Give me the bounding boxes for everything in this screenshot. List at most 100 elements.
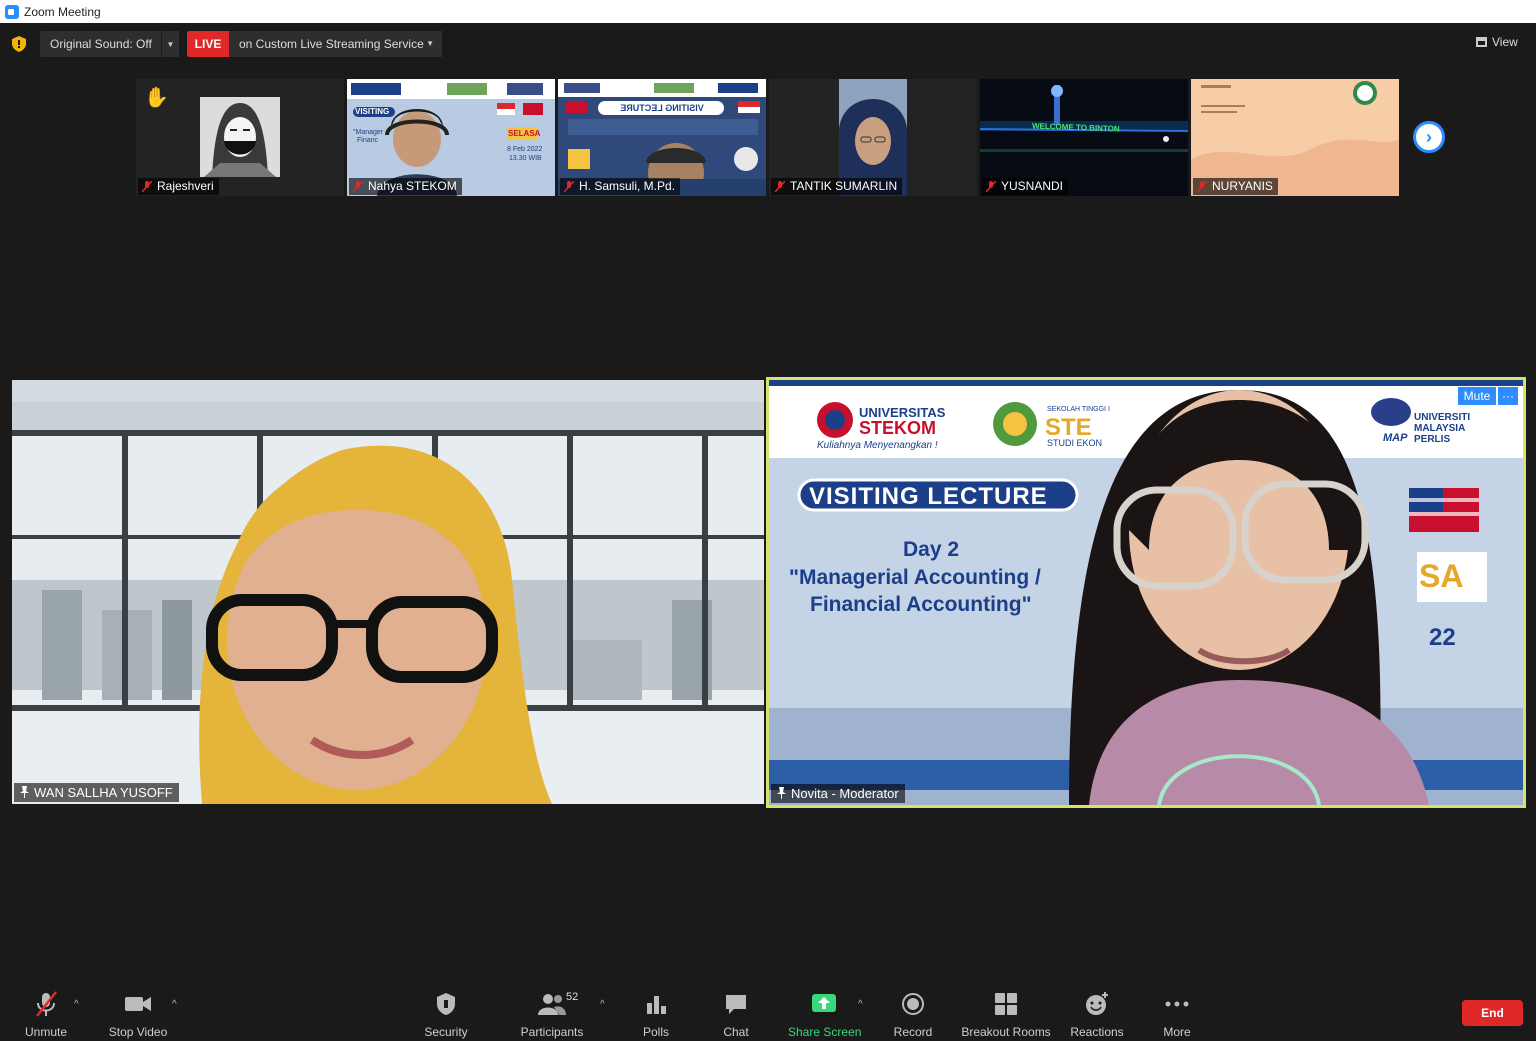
next-page-button[interactable]: › [1413,121,1445,153]
participant-thumbnail[interactable]: WELCOME TO BINTON YUSNANDI [980,79,1188,196]
security-button[interactable]: Security [419,991,473,1039]
record-label: Record [893,1025,933,1039]
share-screen-button[interactable]: Share Screen [788,991,862,1039]
mute-participant-button[interactable]: Mute [1458,387,1496,405]
mic-muted-icon [775,181,785,192]
slide-unimap-tag: MAP [1383,432,1408,444]
slide-date-text: 8 Feb 2022 [507,146,543,153]
more-label: More [1163,1025,1191,1039]
raised-hand-icon: ✋ [144,87,169,109]
end-meeting-button[interactable]: End [1462,1000,1523,1026]
participant-name-tag: Novita - Moderator [771,784,905,803]
participants-button[interactable]: 52 Participants [518,991,586,1039]
participant-name-tag: WAN SALLHA YUSOFF [14,783,179,802]
participant-name: Rajeshveri [157,179,214,193]
live-service-label: on Custom Live Streaming Service [239,37,424,51]
mic-muted-icon [353,181,363,192]
polls-icon [647,996,666,1014]
share-screen-label: Share Screen [788,1025,862,1039]
video-camera-icon [125,997,151,1011]
participant-count: 52 [566,991,579,1003]
slide-topic-line1: "Managerial Accounting / [789,566,1041,589]
original-sound-dropdown[interactable]: ▼ [161,31,179,57]
participant-name-tag: H. Samsuli, M.Pd. [560,178,681,195]
participant-name: WAN SALLHA YUSOFF [34,785,173,800]
participant-thumbnail[interactable]: VISITING LECTURE H. Samsuli, M.Pd. [558,79,766,196]
view-button[interactable]: View [1476,35,1518,49]
chat-button[interactable]: Chat [716,991,756,1039]
original-sound-button[interactable]: Original Sound: Off [40,31,162,57]
slide-uni1-line2: STEKOM [859,418,937,438]
live-streaming-menu[interactable]: on Custom Live Streaming Service ▼ [229,31,442,57]
video-tile-active-speaker[interactable]: UNIVERSITAS STEKOM Kuliahnya Menyenangka… [769,380,1523,805]
participant-thumbnail[interactable]: ✋ Rajeshveri [136,79,344,196]
record-icon [902,993,924,1015]
chat-icon [726,995,746,1014]
zoom-app-icon [5,4,19,19]
mic-muted-icon [564,181,574,192]
reactions-button[interactable]: Reactions [1068,991,1126,1039]
thumbnail-strip: ✋ Rajeshveri VISITING "Manager Financ SE… [136,79,1399,196]
participant-name-tag: Nahya STEKOM [349,178,462,195]
more-button[interactable]: More [1158,991,1196,1039]
breakout-rooms-button[interactable]: Breakout Rooms [960,991,1052,1039]
slide-uni2-sub: STUDI EKON [1047,438,1103,448]
slide-partial-sa: SA [1419,558,1464,594]
chevron-down-icon: ▼ [166,39,175,49]
window-title: Zoom Meeting [24,4,101,19]
pin-icon [20,786,29,798]
slide-visiting-text: VISITING [355,107,390,116]
mic-muted-icon [142,181,152,192]
share-screen-icon [812,994,836,1012]
view-label: View [1492,35,1518,49]
participant-more-button[interactable]: ··· [1498,387,1518,405]
participant-name-tag: TANTIK SUMARLIN [771,178,903,195]
video-options-caret[interactable]: ^ [172,999,177,1010]
reactions-label: Reactions [1070,1025,1124,1039]
participant-thumbnail[interactable]: VISITING "Manager Financ SELASA 8 Feb 20… [347,79,555,196]
slide-time-text: 13.30 WIB [509,155,542,162]
stop-video-button[interactable]: Stop Video [106,991,170,1039]
participant-name-tag: Rajeshveri [138,178,219,195]
slide-uni1-tagline: Kuliahnya Menyenangkan ! [817,440,938,451]
participants-label: Participants [520,1025,584,1039]
window-titlebar: Zoom Meeting [0,0,1536,23]
share-options-caret[interactable]: ^ [858,999,863,1010]
unmute-button[interactable]: Unmute [20,991,72,1039]
video-tile-left[interactable]: WAN SALLHA YUSOFF [12,380,764,804]
chevron-down-icon: ▼ [426,39,434,48]
slide-financial-text: Financ [357,137,379,144]
meeting-topbar: Original Sound: Off ▼ LIVE on Custom Liv… [0,23,1536,65]
meeting-toolbar: Unmute ^ Stop Video ^ Security 52 Partic… [0,985,1536,1041]
chevron-right-icon: › [1426,127,1432,147]
audio-options-caret[interactable]: ^ [74,999,79,1010]
more-dots-icon [1165,1001,1189,1007]
slide-unimap-line3: PERLIS [1414,434,1451,445]
participant-name: H. Samsuli, M.Pd. [579,179,676,193]
stop-video-label: Stop Video [108,1025,168,1039]
slide-unimap-line1: UNIVERSITI [1414,412,1471,423]
record-button[interactable]: Record [890,991,936,1039]
security-label: Security [424,1025,468,1039]
participant-name: Novita - Moderator [791,786,899,801]
mic-muted-icon [1197,181,1207,192]
slide-day: Day 2 [903,538,960,561]
chat-label: Chat [723,1025,749,1039]
participant-name: TANTIK SUMARLIN [790,179,898,193]
shield-icon [437,993,455,1015]
slide-partial-22: 22 [1429,624,1456,651]
participant-name: YUSNANDI [1001,179,1064,193]
unmute-label: Unmute [24,1025,68,1039]
participants-options-caret[interactable]: ^ [600,999,605,1010]
pin-icon [777,787,786,799]
participant-name: NURYANIS [1212,179,1273,193]
slide-visiting-lecture-text: VISITING LECTURE [620,103,704,113]
participant-name: Nahya STEKOM [368,179,457,193]
polls-button[interactable]: Polls [636,991,676,1039]
video-feed [12,380,764,804]
participant-thumbnail[interactable]: TANTIK SUMARLIN [769,79,977,196]
participant-name-tag: NURYANIS [1193,178,1278,195]
participant-thumbnail[interactable]: NURYANIS [1191,79,1399,196]
breakout-rooms-label: Breakout Rooms [961,1025,1051,1039]
encryption-shield-icon[interactable] [12,36,26,52]
